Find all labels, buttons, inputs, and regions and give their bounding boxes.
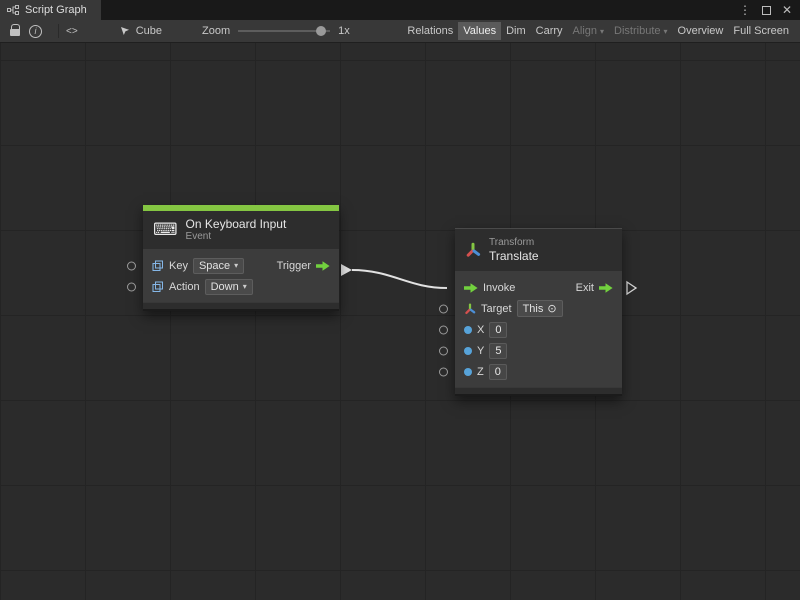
target-self-chip[interactable]: This ⊙ [517,300,563,317]
target-input-port[interactable] [439,304,448,313]
exit-port-arrowhead [627,282,636,294]
tab-script-graph[interactable]: Script Graph [0,0,101,20]
target-value: This [523,303,544,315]
target-picker-icon[interactable]: ⊙ [547,302,556,315]
breadcrumb-label: Cube [136,25,162,37]
graph-toolbar: i <> Cube Zoom 1x Relations Values Dim C… [0,20,800,43]
zoom-slider-knob[interactable] [316,26,326,36]
key-dropdown[interactable]: Space ▾ [193,258,244,274]
z-value-port-dot [464,368,472,376]
node-body: Key Space ▾ Trigger A [143,249,339,302]
graph-canvas[interactable]: ⌨ On Keyboard Input Event Key Space ▾ Tr… [0,43,800,600]
y-input-port[interactable] [439,346,448,355]
action-input-port[interactable] [127,282,136,291]
z-value-field[interactable]: 0 [489,364,507,380]
invoke-port-label: Invoke [483,282,515,294]
carry-button[interactable]: Carry [531,22,568,40]
key-port-label: Key [169,260,188,272]
chevron-down-icon: ▾ [243,282,247,291]
node-header[interactable]: Transform Translate [455,228,622,271]
x-port-label: X [477,324,484,336]
node-body: Invoke Exit Target This [455,271,622,387]
node-title: On Keyboard Input [186,217,287,231]
y-row: Y 5 [455,340,622,361]
zoom-slider[interactable] [238,30,330,32]
key-input-port[interactable] [127,261,136,270]
y-value-port-dot [464,347,472,355]
trigger-output-port[interactable] [316,261,330,271]
z-port-label: Z [477,366,484,378]
maximize-icon[interactable] [762,6,771,15]
invoke-exit-row: Invoke Exit [455,277,622,298]
script-graph-icon [7,5,19,15]
action-dropdown[interactable]: Down ▾ [205,279,253,295]
chevron-down-icon: ▾ [664,27,668,36]
z-row: Z 0 [455,361,622,382]
window-menu-icon[interactable]: ⋮ [739,4,751,16]
node-supertitle: Transform [489,237,539,249]
breadcrumb[interactable]: Cube [120,25,162,37]
code-preview-icon[interactable]: <> [66,26,78,37]
info-icon[interactable]: i [29,25,42,38]
cursor-icon [120,26,130,36]
node-footer [143,302,339,311]
action-dropdown-value: Down [211,281,239,293]
keyboard-icon: ⌨ [153,222,178,239]
toolbar-divider [58,24,59,38]
lock-icon[interactable] [6,26,29,36]
overview-button[interactable]: Overview [673,22,729,40]
target-port-label: Target [481,303,512,315]
full-screen-button[interactable]: Full Screen [728,22,794,40]
connection-arrowhead [341,264,352,276]
exit-output-port[interactable] [599,283,613,293]
node-header[interactable]: ⌨ On Keyboard Input Event [143,211,339,249]
invoke-input-port[interactable] [464,283,478,293]
distribute-button[interactable]: Distribute ▾ [609,22,672,40]
node-on-keyboard-input[interactable]: ⌨ On Keyboard Input Event Key Space ▾ Tr… [143,205,339,311]
node-title: Translate [489,249,539,263]
x-input-port[interactable] [439,325,448,334]
key-row: Key Space ▾ Trigger [143,255,339,276]
dim-button[interactable]: Dim [501,22,531,40]
chevron-down-icon: ▾ [234,261,238,270]
transform-icon [465,242,481,258]
transform-type-icon [464,303,476,315]
zoom-value: 1x [338,25,350,37]
x-value-port-dot [464,326,472,334]
x-value-field[interactable]: 0 [489,322,507,338]
action-port-label: Action [169,281,200,293]
exit-port-label: Exit [576,282,594,294]
y-port-label: Y [477,345,484,357]
node-subtitle: Event [186,231,287,243]
distribute-label: Distribute [614,25,660,37]
zoom-label: Zoom [202,25,230,37]
connection-trigger-to-invoke[interactable] [352,270,447,288]
x-row: X 0 [455,319,622,340]
connection-layer [0,43,800,600]
action-row: Action Down ▾ [143,276,339,297]
align-label: Align [573,25,597,37]
action-type-icon [152,281,164,293]
y-value-field[interactable]: 5 [489,343,507,359]
node-footer [455,387,622,396]
z-input-port[interactable] [439,367,448,376]
node-transform-translate[interactable]: Transform Translate Invoke Exit [455,228,622,396]
window-titlebar: Script Graph ⋮ ✕ [0,0,800,20]
relations-button[interactable]: Relations [402,22,458,40]
chevron-down-icon: ▾ [600,27,604,36]
key-dropdown-value: Space [199,260,230,272]
values-button[interactable]: Values [458,22,501,40]
align-button[interactable]: Align ▾ [568,22,609,40]
close-icon[interactable]: ✕ [782,4,792,16]
trigger-port-label: Trigger [277,260,311,272]
tab-title: Script Graph [25,4,87,16]
keycode-type-icon [152,260,164,272]
target-row: Target This ⊙ [455,298,622,319]
